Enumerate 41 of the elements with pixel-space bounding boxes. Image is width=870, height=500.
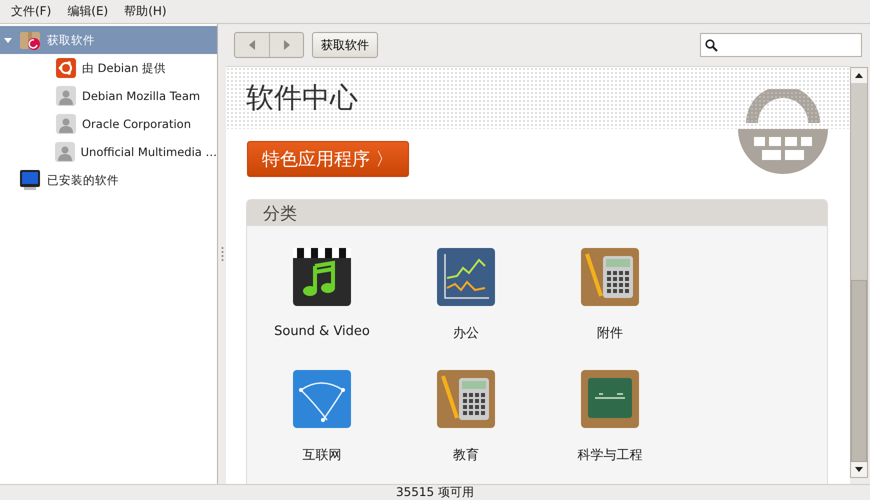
world-map-icon (293, 370, 351, 428)
scroll-down-icon[interactable] (855, 467, 863, 472)
expander-icon[interactable] (3, 35, 13, 45)
category-tile[interactable]: 教育 (394, 370, 538, 484)
back-arrow-icon (248, 40, 256, 50)
forward-arrow-icon (282, 40, 290, 50)
category-tile[interactable]: 附件 (538, 248, 682, 370)
sidebar-item[interactable]: 已安装的软件 (0, 166, 217, 194)
basket-logo-icon (738, 89, 828, 177)
sidebar-item[interactable]: Oracle Corporation (0, 110, 217, 138)
sidebar-item[interactable]: 由 Debian 提供 (0, 54, 217, 82)
monitor-icon (19, 169, 41, 191)
line-chart-icon (437, 248, 495, 306)
category-tile[interactable]: Sound & Video (250, 248, 394, 370)
package-icon (19, 29, 41, 51)
page-title: 软件中心 (246, 81, 359, 115)
music-clapperboard-icon (293, 248, 351, 306)
category-tile[interactable]: 科学与工程 (538, 370, 682, 484)
menu-item[interactable]: 帮助(H) (116, 3, 175, 20)
user-icon (56, 86, 76, 106)
featured-apps-button[interactable]: 特色应用程序 〉 (247, 141, 409, 177)
sidebar-item[interactable]: Debian Mozilla Team (0, 82, 217, 110)
circle-logo-icon (56, 58, 76, 78)
category-tile[interactable]: 办公 (394, 248, 538, 370)
search-field[interactable] (700, 33, 862, 57)
breadcrumb-button[interactable]: 获取软件 (312, 32, 378, 58)
status-text: 35515 项可用 (0, 484, 870, 500)
user-icon (54, 142, 75, 162)
menu-item[interactable]: 编辑(E) (59, 3, 116, 20)
sidebar-item[interactable]: Unofficial Multimedia … (0, 138, 217, 166)
category-tile[interactable]: 互联网 (250, 370, 394, 484)
calculator-pencil-icon (581, 248, 639, 306)
scrollbar[interactable] (850, 67, 868, 478)
calculator-pencil-icon (437, 370, 495, 428)
scroll-up-icon[interactable] (855, 73, 863, 78)
section-heading: 分类 (247, 200, 827, 226)
user-icon (56, 114, 76, 134)
chalkboard-icon (581, 370, 639, 428)
search-icon (705, 38, 718, 52)
pane-grip-icon[interactable] (220, 247, 224, 261)
menu-item[interactable]: 文件(F) (3, 3, 60, 20)
